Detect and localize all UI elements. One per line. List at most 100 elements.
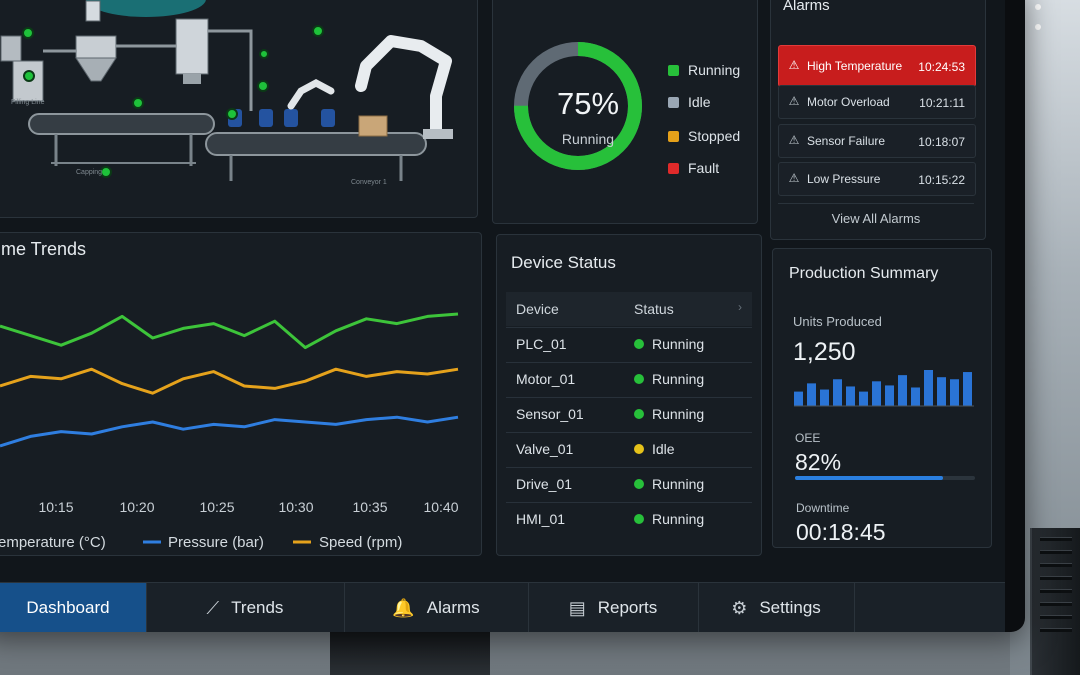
box-icon <box>358 115 388 137</box>
trend-series-line <box>0 415 459 448</box>
production-bar-chart <box>794 370 974 407</box>
device-name: HMI_01 <box>516 511 566 527</box>
conveyor-right-icon <box>205 132 427 156</box>
alarm-name: Sensor Failure <box>807 134 886 148</box>
device-name: Sensor_01 <box>516 406 584 422</box>
oee-value: 82% <box>795 449 842 475</box>
device-status: Running <box>652 511 705 527</box>
process-label: Conveyor 1 <box>351 179 387 186</box>
x-tick-label: 10:30 <box>278 499 313 515</box>
device-status-title: Device Status <box>511 253 616 272</box>
warning-icon: ⚠ <box>788 133 800 147</box>
legend-swatch <box>668 162 679 174</box>
trends-icon: ⟋ <box>206 597 220 618</box>
device-row[interactable]: Valve_01 Idle <box>506 432 752 466</box>
gear-icon: ⚙ <box>731 597 748 618</box>
chevron-right-icon: › <box>738 300 742 314</box>
alarm-item[interactable]: ⚠ High Temperature 10:24:53 <box>778 45 976 87</box>
status-dot-icon <box>634 444 644 454</box>
x-tick-label: 10:25 <box>199 499 234 515</box>
production-bar <box>937 377 946 406</box>
production-title: Production Summary <box>789 265 939 282</box>
legend-label: Stopped <box>688 128 741 144</box>
trend-series-line <box>0 367 459 395</box>
status-dot-icon <box>634 374 644 384</box>
process-label: Filling Line <box>11 99 45 106</box>
oee-progress-track <box>795 476 975 480</box>
alarm-name: High Temperature <box>807 59 903 73</box>
device-row[interactable]: HMI_01 Running <box>506 502 752 536</box>
device-name: PLC_01 <box>516 336 567 352</box>
sensor-indicator <box>22 27 34 39</box>
device-row[interactable]: Sensor_01 Running <box>506 397 752 431</box>
downtime-label: Downtime <box>796 501 850 515</box>
view-all-alarms-link[interactable]: View All Alarms <box>778 203 974 234</box>
production-bar <box>963 372 972 406</box>
legend-label: Fault <box>688 160 720 176</box>
production-bar <box>859 391 868 406</box>
device-table-header: Device Status › <box>506 292 752 326</box>
legend-item-idle: Idle <box>668 93 711 111</box>
status-percent: 75% <box>556 86 620 121</box>
alarm-time: 10:21:11 <box>919 96 965 110</box>
device-row[interactable]: Drive_01 Running <box>506 467 752 501</box>
conveyor-left-icon <box>28 113 215 135</box>
hopper-icon <box>75 35 117 59</box>
legend-label: Idle <box>688 94 711 110</box>
tab-trends[interactable]: ⟋ Trends <box>146 583 345 632</box>
tab-alarms[interactable]: 🔔 Alarms <box>344 583 529 632</box>
tab-label: Settings <box>759 598 821 617</box>
status-overview-panel: 75% Running <box>492 0 758 224</box>
background-cabinet <box>1030 528 1080 675</box>
tab-label: Dashboard <box>26 598 110 617</box>
device-status: Idle <box>652 441 675 457</box>
device-status: Running <box>652 371 705 387</box>
x-tick-label: 10:40 <box>423 499 458 515</box>
alarm-item[interactable]: ⚠ Motor Overload 10:21:11 <box>778 85 976 119</box>
production-bar <box>885 385 894 406</box>
status-column-header[interactable]: Status <box>634 301 674 317</box>
alarm-item[interactable]: ⚠ Low Pressure 10:15:22 <box>778 162 976 196</box>
reports-icon: ▤ <box>568 597 586 618</box>
small-robot-arm-icon <box>287 79 335 110</box>
device-status: Running <box>652 336 705 352</box>
alarm-name: Low Pressure <box>807 172 881 186</box>
status-dot-icon <box>634 409 644 419</box>
tab-reports[interactable]: ▤ Reports <box>528 583 699 632</box>
production-bar <box>950 379 959 406</box>
device-column-header[interactable]: Device <box>516 301 559 317</box>
warning-icon: ⚠ <box>788 58 800 72</box>
legend-swatch <box>668 96 679 108</box>
tab-label: Alarms <box>426 598 480 617</box>
production-bar <box>846 386 855 406</box>
production-bar <box>898 375 907 406</box>
status-dot-icon <box>634 339 644 349</box>
alarm-item[interactable]: ⚠ Sensor Failure 10:18:07 <box>778 124 976 158</box>
process-label: Capping <box>76 169 103 176</box>
status-label: Running <box>561 131 615 147</box>
alarm-time: 10:24:53 <box>918 60 965 74</box>
production-bar <box>794 391 803 406</box>
tab-settings[interactable]: ⚙ Settings <box>698 583 855 632</box>
oee-label: OEE <box>795 431 821 445</box>
legend-label: emperature (°C) <box>0 534 106 550</box>
production-bar <box>820 389 829 406</box>
device-row[interactable]: Motor_01 Running <box>506 362 752 396</box>
tab-label: Trends <box>231 598 284 617</box>
alarm-name: Motor Overload <box>807 95 890 109</box>
x-tick-label: 10:35 <box>352 499 387 515</box>
production-bar <box>872 381 881 406</box>
process-overview-panel: Filling Line Capping Conveyor 1 <box>0 0 478 218</box>
trend-series-line <box>0 312 459 350</box>
legend-label: Pressure (bar) <box>168 534 264 550</box>
status-dot-icon <box>634 514 644 524</box>
device-name: Valve_01 <box>516 441 574 457</box>
tab-dashboard[interactable]: Dashboard <box>0 583 147 632</box>
legend-label: Running <box>688 62 741 78</box>
tank-top-icon <box>86 0 206 17</box>
device-name: Drive_01 <box>516 476 573 492</box>
production-bar <box>833 379 842 406</box>
device-row[interactable]: PLC_01 Running <box>506 327 752 361</box>
units-produced-value: 1,250 <box>793 338 856 366</box>
warning-icon: ⚠ <box>788 171 800 185</box>
